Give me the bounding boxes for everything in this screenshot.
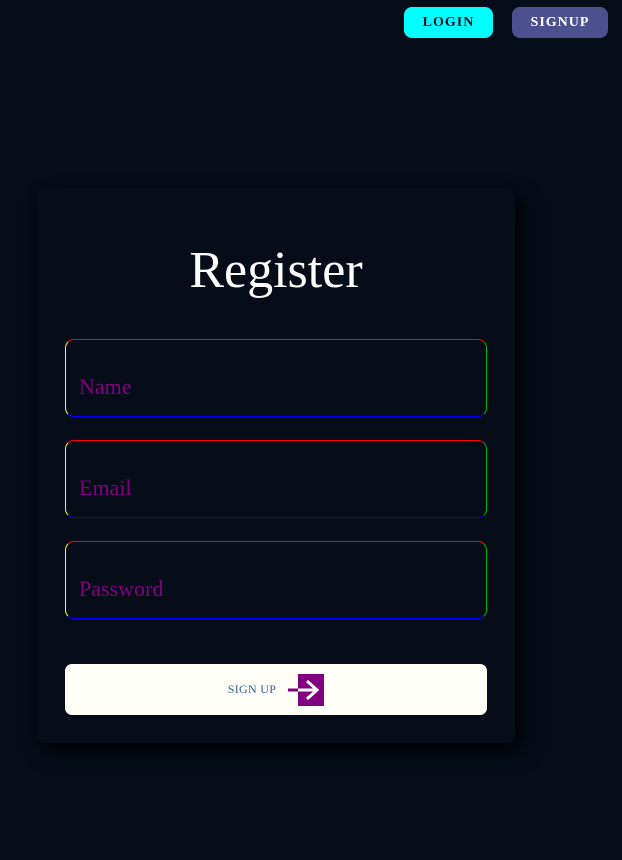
arrow-right-to-bracket-icon <box>288 673 325 706</box>
password-input[interactable] <box>66 542 486 618</box>
password-field-container <box>65 541 487 619</box>
signup-button[interactable]: SIGNUP <box>512 7 608 38</box>
page-title: Register <box>189 242 363 299</box>
login-button[interactable]: LOGIN <box>404 7 493 38</box>
sign-up-submit-button[interactable]: SIGN UP <box>65 664 487 715</box>
page: LOGIN SIGNUP Register SIGN UP <box>0 0 622 860</box>
name-field-container <box>65 339 487 417</box>
email-input[interactable] <box>66 441 486 517</box>
name-input[interactable] <box>66 340 486 416</box>
sign-up-submit-label: SIGN UP <box>227 682 277 696</box>
email-field-container <box>65 440 487 518</box>
register-card: Register SIGN UP <box>37 188 515 743</box>
top-nav: LOGIN SIGNUP <box>404 7 608 38</box>
